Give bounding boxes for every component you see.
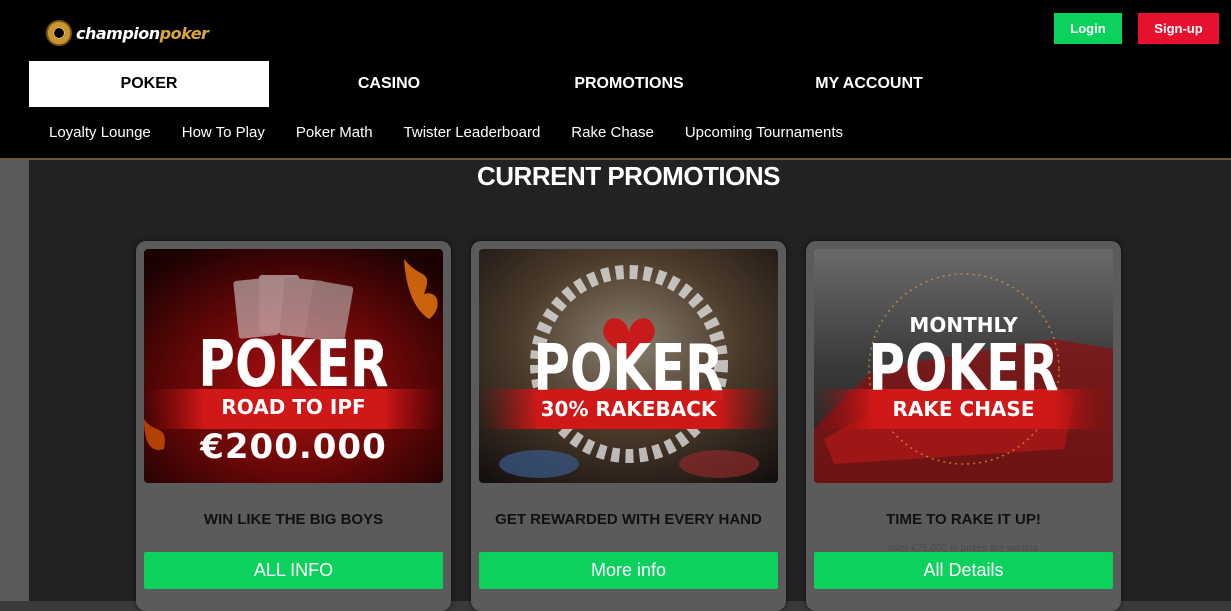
promo-tagline: TIME TO RAKE IT UP! <box>886 511 1041 528</box>
all-info-button[interactable]: ALL INFO <box>144 552 443 589</box>
promo-tagline: GET REWARDED WITH EVERY HAND <box>495 511 762 528</box>
promo-banner-image[interactable]: POKER ROAD TO IPF €200.000 <box>144 249 443 483</box>
poker-chip-icon <box>46 20 72 46</box>
more-info-button[interactable]: More info <box>479 552 778 589</box>
sub-nav: Loyalty Lounge How To Play Poker Math Tw… <box>49 124 874 141</box>
tab-poker[interactable]: POKER <box>29 61 269 107</box>
banner-poker-text: POKER <box>533 332 724 406</box>
promo-banner-image[interactable]: POKER 30% RAKEBACK <box>479 249 778 483</box>
subnav-poker-math[interactable]: Poker Math <box>296 124 373 141</box>
banner-prize-text: €200.000 <box>200 427 387 467</box>
brand-logo[interactable]: championpoker <box>46 19 209 47</box>
promo-tagline: WIN LIKE THE BIG BOYS <box>203 511 384 528</box>
all-details-button[interactable]: All Details <box>814 552 1113 589</box>
subnav-loyalty-lounge[interactable]: Loyalty Lounge <box>49 124 151 141</box>
tab-casino[interactable]: CASINO <box>269 61 509 107</box>
promo-card-rake-chase: MONTHLY POKER RAKE CHASE TIME TO RAKE IT… <box>806 241 1121 611</box>
banner-poker-text: POKER <box>868 332 1059 406</box>
page-title: CURRENT PROMOTIONS <box>477 161 781 191</box>
main-nav: POKER CASINO PROMOTIONS MY ACCOUNT <box>29 61 989 107</box>
banner-strip-text: ROAD TO IPF <box>221 395 366 419</box>
subnav-upcoming-tournaments[interactable]: Upcoming Tournaments <box>685 124 843 141</box>
banner-strip-text: RAKE CHASE <box>892 397 1035 421</box>
brand-name-part2: poker <box>159 23 209 43</box>
promo-card-rakeback: POKER 30% RAKEBACK GET REWARDED WITH EVE… <box>471 241 786 611</box>
subnav-how-to-play[interactable]: How To Play <box>182 124 265 141</box>
tab-my-account[interactable]: MY ACCOUNT <box>749 61 989 107</box>
left-gutter <box>0 160 29 601</box>
promo-banner-image[interactable]: MONTHLY POKER RAKE CHASE <box>814 249 1113 483</box>
login-button[interactable]: Login <box>1054 13 1122 44</box>
promo-card-road-to-ipf: POKER ROAD TO IPF €200.000 WIN LIKE THE … <box>136 241 451 611</box>
brand-name-part1: champion <box>76 23 160 43</box>
tab-promotions[interactable]: PROMOTIONS <box>509 61 749 107</box>
subnav-rake-chase[interactable]: Rake Chase <box>571 124 654 141</box>
subnav-twister-leaderboard[interactable]: Twister Leaderboard <box>404 124 541 141</box>
signup-button[interactable]: Sign-up <box>1138 13 1219 44</box>
banner-poker-text: POKER <box>198 328 389 402</box>
header-bar: championpoker Login Sign-up POKER CASINO… <box>0 0 1231 160</box>
banner-strip-text: 30% RAKEBACK <box>540 397 717 421</box>
